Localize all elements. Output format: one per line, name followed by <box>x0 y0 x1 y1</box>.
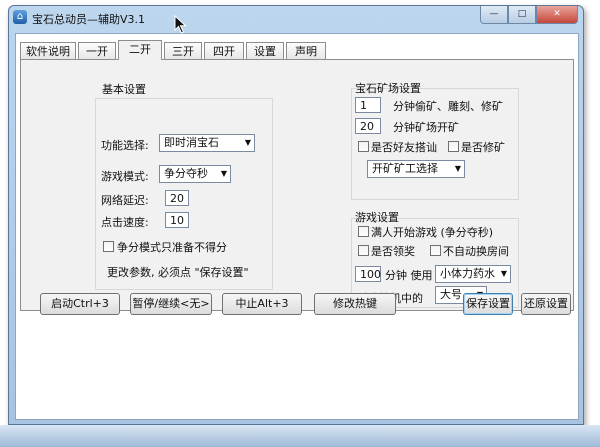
tab-software-info[interactable]: 软件说明 <box>20 42 76 59</box>
mine-minutes2-label: 分钟矿场开矿 <box>393 121 459 134</box>
close-button[interactable]: ✕ <box>536 6 578 24</box>
no-switch-label: 不自动换房间 <box>443 245 509 258</box>
compete-checkbox[interactable] <box>103 241 114 252</box>
mine-settings-title: 宝石矿场设置 <box>355 82 421 95</box>
friend-checkbox-label: 是否好友搭讪 <box>371 141 437 154</box>
tab-third[interactable]: 三开 <box>164 42 202 59</box>
minimize-button[interactable]: — <box>480 6 508 24</box>
pause-button[interactable]: 暂停/继续<无> <box>130 293 212 315</box>
delay-input[interactable]: 20 <box>165 190 189 206</box>
stop-button[interactable]: 中止Alt+3 <box>222 293 302 315</box>
client-area: 软件说明 一开 二开 三开 四开 设置 声明 基本设置 功能选择: 即时消宝石 … <box>15 33 579 420</box>
window-title: 宝石总动员—辅助V3.1 <box>32 13 146 26</box>
tab-panel: 基本设置 功能选择: 即时消宝石 ▼ 游戏模式: 争分夺秒 ▼ 网络延迟: 20… <box>20 59 574 311</box>
taskbar <box>0 425 600 447</box>
app-window: ⌂ 宝石总动员—辅助V3.1 — □ ✕ 软件说明 一开 二开 三开 四开 设置… <box>8 5 584 425</box>
house-icon: ⌂ <box>13 10 27 24</box>
full-start-label: 满人开始游戏 (争分夺秒) <box>371 226 494 239</box>
mine-minutes1-input[interactable]: 1 <box>355 97 381 113</box>
chevron-down-icon: ▼ <box>244 138 251 147</box>
tab-settings[interactable]: 设置 <box>246 42 284 59</box>
speed-input[interactable]: 10 <box>165 212 189 228</box>
mode-select[interactable]: 争分夺秒 ▼ <box>159 165 231 183</box>
size-select-value: 大号 <box>440 288 462 301</box>
worker-select[interactable]: 开矿矿工选择 ▼ <box>367 160 465 178</box>
chevron-down-icon: ▼ <box>500 269 507 278</box>
mode-label: 游戏模式: <box>101 170 149 183</box>
repair-checkbox[interactable] <box>448 141 459 152</box>
game-minutes-input[interactable]: 100 <box>355 266 381 282</box>
worker-select-value: 开矿矿工选择 <box>372 162 438 175</box>
function-label: 功能选择: <box>101 139 149 152</box>
function-select[interactable]: 即时消宝石 ▼ <box>159 134 255 152</box>
mine-minutes2-input[interactable]: 20 <box>355 118 381 134</box>
start-button[interactable]: 启动Ctrl+3 <box>40 293 120 315</box>
tab-statement[interactable]: 声明 <box>286 42 326 59</box>
save-settings-button[interactable]: 保存设置 <box>463 293 513 315</box>
tab-fourth[interactable]: 四开 <box>204 42 244 59</box>
repair-checkbox-label: 是否修矿 <box>461 141 505 154</box>
save-note: 更改参数, 必须点 "保存设置" <box>107 266 249 279</box>
speed-label: 点击速度: <box>101 216 149 229</box>
reward-checkbox[interactable] <box>358 245 369 256</box>
compete-checkbox-label: 争分模式只准备不得分 <box>117 241 227 254</box>
game-minutes-use-label: 分钟 使用 <box>385 269 433 282</box>
restore-settings-button[interactable]: 还原设置 <box>521 293 571 315</box>
mine-minutes1-label: 分钟偷矿、雕刻、修矿 <box>393 100 503 113</box>
function-select-value: 即时消宝石 <box>164 136 219 149</box>
delay-label: 网络延迟: <box>101 194 149 207</box>
no-switch-checkbox[interactable] <box>430 245 441 256</box>
maximize-button[interactable]: □ <box>508 6 536 24</box>
reward-label: 是否领奖 <box>371 245 415 258</box>
chevron-down-icon: ▼ <box>454 164 461 173</box>
title-bar[interactable]: ⌂ 宝石总动员—辅助V3.1 — □ ✕ <box>9 6 583 31</box>
game-settings-title: 游戏设置 <box>355 211 399 224</box>
chevron-down-icon: ▼ <box>220 169 227 178</box>
hotkey-button[interactable]: 修改热键 <box>314 293 396 315</box>
friend-checkbox[interactable] <box>358 141 369 152</box>
basic-settings-title: 基本设置 <box>102 83 146 96</box>
potion-select[interactable]: 小体力药水 ▼ <box>435 265 511 283</box>
potion-select-value: 小体力药水 <box>440 267 495 280</box>
tab-first[interactable]: 一开 <box>78 42 116 59</box>
mode-select-value: 争分夺秒 <box>164 167 208 180</box>
full-start-checkbox[interactable] <box>358 226 369 237</box>
mouse-cursor-icon <box>174 15 187 34</box>
tab-second[interactable]: 二开 <box>118 40 162 60</box>
